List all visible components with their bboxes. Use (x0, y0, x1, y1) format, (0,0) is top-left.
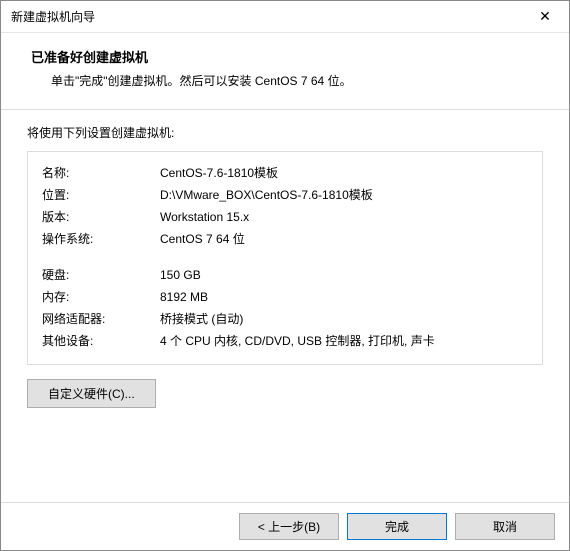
settings-row: 版本: Workstation 15.x (42, 206, 528, 228)
settings-value: CentOS 7 64 位 (160, 228, 528, 250)
customize-area: 自定义硬件(C)... (27, 379, 543, 408)
settings-row: 其他设备: 4 个 CPU 内核, CD/DVD, USB 控制器, 打印机, … (42, 330, 528, 352)
close-button[interactable]: ✕ (523, 2, 567, 32)
settings-label: 网络适配器: (42, 308, 160, 330)
customize-hardware-button[interactable]: 自定义硬件(C)... (27, 379, 156, 408)
settings-row: 位置: D:\VMware_BOX\CentOS-7.6-1810模板 (42, 184, 528, 206)
wizard-dialog: 新建虚拟机向导 ✕ 已准备好创建虚拟机 单击"完成"创建虚拟机。然后可以安装 C… (0, 0, 570, 551)
settings-row: 网络适配器: 桥接模式 (自动) (42, 308, 528, 330)
footer-spacer (15, 513, 231, 540)
titlebar: 新建虚拟机向导 ✕ (1, 1, 569, 33)
settings-value: CentOS-7.6-1810模板 (160, 162, 528, 184)
settings-intro: 将使用下列设置创建虚拟机: (27, 124, 543, 141)
back-button[interactable]: < 上一步(B) (239, 513, 339, 540)
settings-value: Workstation 15.x (160, 206, 528, 228)
settings-label: 其他设备: (42, 330, 160, 352)
wizard-footer: < 上一步(B) 完成 取消 (1, 502, 569, 550)
settings-label: 内存: (42, 286, 160, 308)
settings-row: 硬盘: 150 GB (42, 264, 528, 286)
close-icon: ✕ (539, 8, 551, 25)
settings-label: 位置: (42, 184, 160, 206)
panel-gap (42, 250, 528, 264)
header-subheading: 单击"完成"创建虚拟机。然后可以安装 CentOS 7 64 位。 (31, 72, 549, 89)
wizard-body: 将使用下列设置创建虚拟机: 名称: CentOS-7.6-1810模板 位置: … (1, 110, 569, 502)
settings-label: 硬盘: (42, 264, 160, 286)
settings-row: 名称: CentOS-7.6-1810模板 (42, 162, 528, 184)
settings-value: D:\VMware_BOX\CentOS-7.6-1810模板 (160, 184, 528, 206)
settings-value: 4 个 CPU 内核, CD/DVD, USB 控制器, 打印机, 声卡 (160, 330, 528, 352)
settings-panel: 名称: CentOS-7.6-1810模板 位置: D:\VMware_BOX\… (27, 151, 543, 365)
window-title: 新建虚拟机向导 (11, 8, 523, 25)
settings-label: 名称: (42, 162, 160, 184)
settings-value: 桥接模式 (自动) (160, 308, 528, 330)
settings-value: 150 GB (160, 264, 528, 286)
finish-button[interactable]: 完成 (347, 513, 447, 540)
settings-label: 操作系统: (42, 228, 160, 250)
settings-row: 内存: 8192 MB (42, 286, 528, 308)
settings-row: 操作系统: CentOS 7 64 位 (42, 228, 528, 250)
settings-value: 8192 MB (160, 286, 528, 308)
cancel-button[interactable]: 取消 (455, 513, 555, 540)
settings-label: 版本: (42, 206, 160, 228)
header-heading: 已准备好创建虚拟机 (31, 47, 549, 66)
wizard-header: 已准备好创建虚拟机 单击"完成"创建虚拟机。然后可以安装 CentOS 7 64… (1, 33, 569, 109)
